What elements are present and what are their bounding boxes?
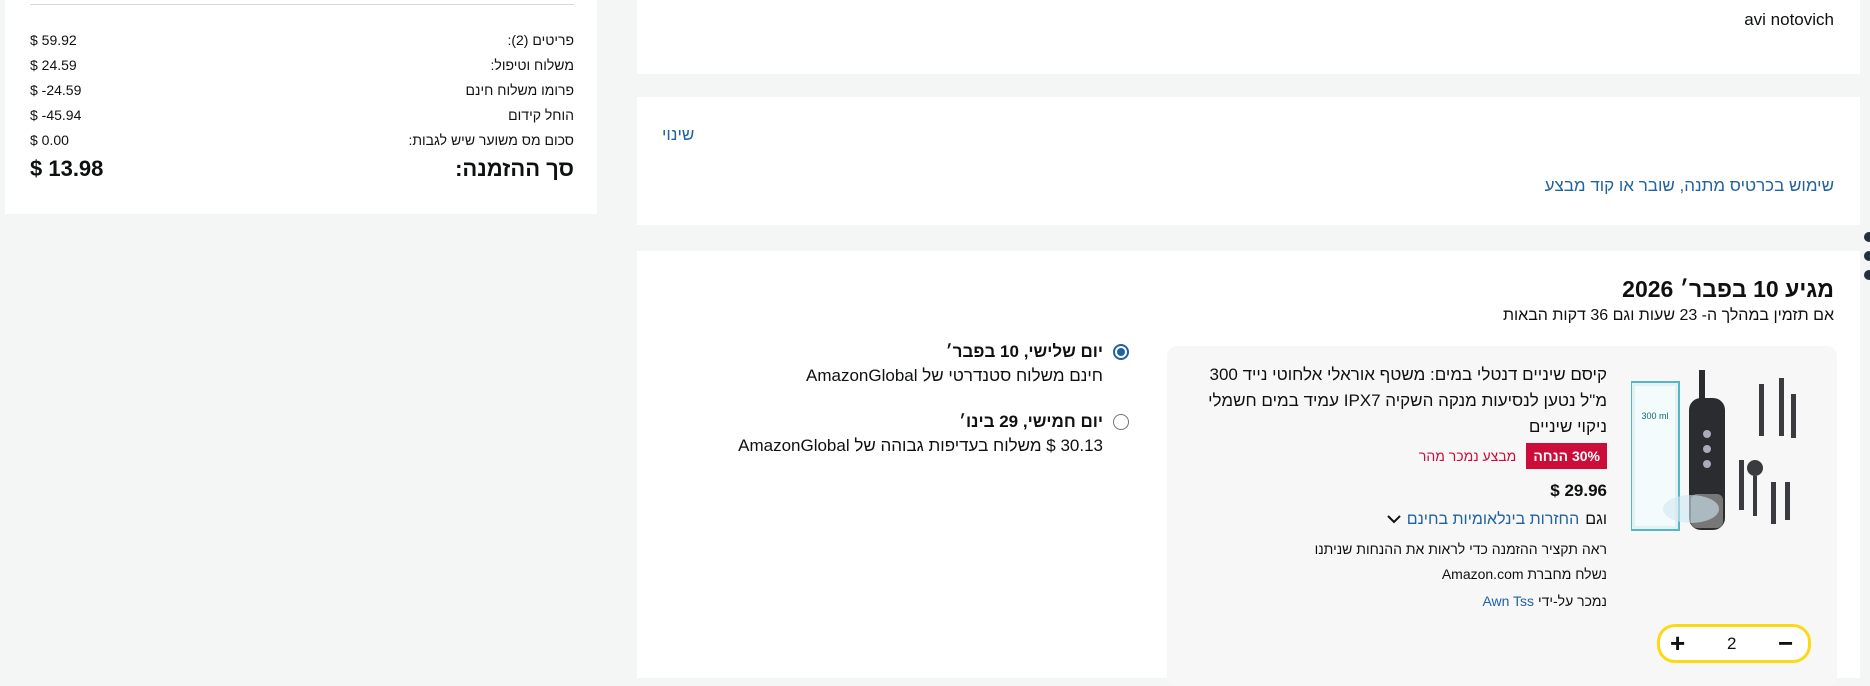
- shipping-address-card: avi notovich: [637, 0, 1860, 74]
- chevron-down-icon[interactable]: [1387, 511, 1401, 529]
- summary-label: פרומו משלוח חינם: [465, 82, 574, 98]
- change-payment-link[interactable]: שינוי: [662, 125, 694, 145]
- summary-row-free-shipping-promo: פרומו משלוח חינם $ -24.59: [30, 79, 574, 101]
- sold-by-prefix: נמכר על-ידי: [1537, 593, 1607, 609]
- order-summary: פריטים (2): $ 59.92 משלוח וטיפול: $ 24.5…: [5, 0, 597, 214]
- summary-value: $ 0.00: [30, 132, 69, 148]
- summary-row-items: פריטים (2): $ 59.92: [30, 29, 574, 51]
- summary-label: סכום מס משוער שיש לגבות:: [408, 132, 574, 148]
- apply-gift-card-link[interactable]: שימוש בכרטיס מתנה, שובר או קוד מבצע: [1545, 176, 1834, 196]
- summary-value: $ -45.94: [30, 107, 82, 123]
- quantity-stepper: + 2 −: [1657, 624, 1811, 663]
- indicator-dot: [1864, 232, 1870, 242]
- quantity-value: 2: [1727, 634, 1737, 653]
- discount-badge: 30% הנחה: [1526, 443, 1607, 469]
- recipient-name: avi notovich: [1744, 10, 1834, 29]
- radio-selected-icon[interactable]: [1113, 344, 1129, 360]
- summary-divider: [30, 4, 574, 5]
- deal-badges: 30% הנחה מבצע נמכר מהר: [1419, 443, 1607, 469]
- summary-row-shipping: משלוח וטיפול: $ 24.59: [30, 54, 574, 76]
- discount-note: ראה תקציר ההזמנה כדי לראות את ההנחות שני…: [1314, 541, 1607, 557]
- summary-row-tax: סכום מס משוער שיש לגבות: $ 0.00: [30, 129, 574, 151]
- indicator-dot: [1864, 270, 1870, 280]
- minus-icon[interactable]: −: [1778, 627, 1793, 660]
- free-returns-link[interactable]: החזרות בינלאומיות בחינם: [1407, 511, 1580, 529]
- summary-row-promotion: הוחל קידום $ -45.94: [30, 104, 574, 126]
- sold-by: נמכר על-ידי Awn Tss: [1482, 593, 1607, 609]
- summary-row-total: סך ההזמנה: $ 13.98: [30, 154, 574, 184]
- option-date: יום שלישי, 10 בפבר׳: [945, 342, 1103, 361]
- order-total-label: סך ההזמנה:: [455, 156, 574, 181]
- summary-value: $ 24.59: [30, 57, 77, 73]
- returns-prefix: וגם: [1585, 511, 1607, 528]
- indicator-dot: [1864, 251, 1870, 261]
- product-image[interactable]: 300 ml: [1630, 364, 1803, 538]
- order-cutoff-text: אם תזמין במהלך ה- 23 שעות וגם 36 דקות הב…: [1502, 307, 1834, 324]
- product-item: 300 ml קיסם שיניים דנטלי במים: משטף אורא…: [1167, 346, 1837, 686]
- limited-deal-label: מבצע נמכר מהר: [1418, 448, 1517, 464]
- payment-card: שינוי שימוש בכרטיס מתנה, שובר או קוד מבצ…: [637, 97, 1860, 225]
- product-title[interactable]: קיסם שיניים דנטלי במים: משטף אוראלי אלחו…: [1197, 362, 1607, 440]
- delivery-card: מגיע 10 בפבר׳ 2026 אם תזמין במהלך ה- 23 …: [637, 251, 1860, 686]
- product-price: $ 29.96: [1550, 481, 1607, 500]
- radio-unselected-icon[interactable]: [1113, 414, 1129, 430]
- summary-label: הוחל קידום: [508, 107, 574, 123]
- returns-info: וגם החזרות בינלאומיות בחינם: [1387, 511, 1607, 529]
- option-date: יום חמישי, 29 בינו׳: [959, 412, 1103, 431]
- option-description: חינם משלוח סטנדרטי של AmazonGlobal: [806, 366, 1103, 385]
- order-total-value: $ 13.98: [30, 156, 104, 181]
- arrival-date-heading: מגיע 10 בפבר׳ 2026: [1622, 276, 1834, 302]
- plus-icon[interactable]: +: [1670, 627, 1685, 660]
- seller-link[interactable]: Awn Tss: [1482, 593, 1534, 609]
- scroll-indicator-dots: [1864, 232, 1870, 289]
- summary-label: פריטים (2):: [507, 32, 574, 48]
- summary-value: $ -24.59: [30, 82, 82, 98]
- option-description: 30.13 $ משלוח בעדיפות גבוהה של AmazonGlo…: [738, 436, 1103, 455]
- summary-value: $ 59.92: [30, 32, 77, 48]
- summary-label: משלוח וטיפול:: [490, 57, 574, 73]
- product-box-text: 300 ml: [1641, 411, 1668, 421]
- shipped-by-text: נשלח מחברת Amazon.com: [1441, 566, 1607, 582]
